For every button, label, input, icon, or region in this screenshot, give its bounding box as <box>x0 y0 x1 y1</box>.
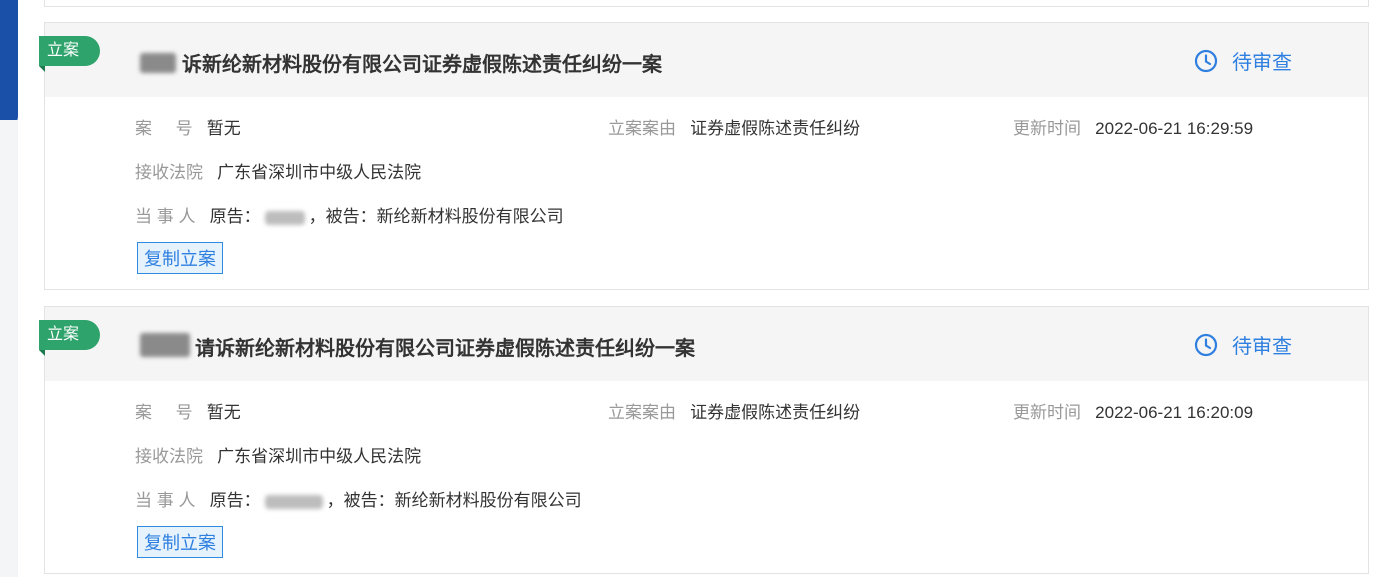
case-number-value: 暂无 <box>206 403 241 422</box>
defendant-text: ，被告：新纶新材料股份有限公司 <box>326 491 582 510</box>
court-label: 接收法院 <box>135 163 203 182</box>
update-time-row: 更新时间 2022-06-21 16:29:59 <box>1013 114 1253 139</box>
court-value: 广东省深圳市中级人民法院 <box>217 163 422 182</box>
status-text: 待审查 <box>1232 52 1292 74</box>
update-time-label: 更新时间 <box>1013 403 1081 422</box>
update-time-label: 更新时间 <box>1013 119 1081 138</box>
case-number-value: 暂无 <box>206 119 241 138</box>
case-number-label: 案 号 <box>135 403 193 422</box>
copy-case-button[interactable]: 复制立案 <box>137 526 223 558</box>
party-label: 当 事 人 <box>135 207 196 226</box>
case-card: 立案 诉新纶新材料股份有限公司证券虚假陈述责任纠纷一案 待审查 案 号 暂无 立… <box>39 22 1369 290</box>
court-row: 接收法院 广东省深圳市中级人民法院 <box>135 442 421 467</box>
case-cause-row: 立案案由 证券虚假陈述责任纠纷 <box>608 114 860 139</box>
case-number-label: 案 号 <box>135 119 193 138</box>
update-time-value: 2022-06-21 16:20:09 <box>1095 403 1254 422</box>
case-number-row: 案 号 暂无 <box>135 114 241 139</box>
case-card-body: 案 号 暂无 立案案由 证券虚假陈述责任纠纷 更新时间 2022-06-21 1… <box>45 97 1368 289</box>
copy-case-button[interactable]: 复制立案 <box>137 242 223 274</box>
previous-case-card-bottom <box>44 0 1369 7</box>
case-card-header: 立案 诉新纶新材料股份有限公司证券虚假陈述责任纠纷一案 待审查 <box>39 23 1368 97</box>
status-text: 待审查 <box>1232 336 1292 358</box>
case-card-header: 立案 请诉新纶新材料股份有限公司证券虚假陈述责任纠纷一案 待审查 <box>39 307 1368 381</box>
case-number-row: 案 号 暂无 <box>135 398 241 423</box>
case-cause-label: 立案案由 <box>608 403 676 422</box>
party-label: 当 事 人 <box>135 491 196 510</box>
case-title[interactable]: 诉新纶新材料股份有限公司证券虚假陈述责任纠纷一案 <box>182 48 662 77</box>
case-type-tag: 立案 <box>39 36 100 66</box>
side-nav-edge <box>0 0 18 130</box>
case-cause-value: 证券虚假陈述责任纠纷 <box>690 119 861 138</box>
clock-icon <box>1194 49 1218 72</box>
update-time-row: 更新时间 2022-06-21 16:20:09 <box>1013 398 1253 423</box>
party-row: 当 事 人 原告： ，被告：新纶新材料股份有限公司 <box>135 202 564 227</box>
case-title[interactable]: 请诉新纶新材料股份有限公司证券虚假陈述责任纠纷一案 <box>195 332 695 361</box>
tag-fold <box>39 66 45 72</box>
case-card-body: 案 号 暂无 立案案由 证券虚假陈述责任纠纷 更新时间 2022-06-21 1… <box>45 381 1368 573</box>
case-cause-label: 立案案由 <box>608 119 676 138</box>
plaintiff-prefix: 原告： <box>209 491 261 510</box>
redacted-plaintiff <box>264 210 305 225</box>
redacted-plaintiff-name <box>140 333 190 357</box>
case-card: 立案 请诉新纶新材料股份有限公司证券虚假陈述责任纠纷一案 待审查 案 号 暂无 … <box>39 306 1369 574</box>
plaintiff-prefix: 原告： <box>209 207 261 226</box>
side-nav-background <box>0 120 18 577</box>
redacted-plaintiff <box>264 494 323 509</box>
redacted-plaintiff-name <box>140 53 176 73</box>
court-label: 接收法院 <box>135 447 203 466</box>
defendant-text: ，被告：新纶新材料股份有限公司 <box>308 207 564 226</box>
update-time-value: 2022-06-21 16:29:59 <box>1095 119 1254 138</box>
case-status: 待审查 <box>1194 330 1292 359</box>
party-row: 当 事 人 原告： ，被告：新纶新材料股份有限公司 <box>135 486 582 511</box>
case-status: 待审查 <box>1194 46 1292 75</box>
case-type-tag: 立案 <box>39 320 100 350</box>
court-row: 接收法院 广东省深圳市中级人民法院 <box>135 158 421 183</box>
case-cause-row: 立案案由 证券虚假陈述责任纠纷 <box>608 398 860 423</box>
tag-fold <box>39 350 45 356</box>
court-value: 广东省深圳市中级人民法院 <box>217 447 422 466</box>
case-cause-value: 证券虚假陈述责任纠纷 <box>690 403 861 422</box>
clock-icon <box>1194 333 1218 356</box>
